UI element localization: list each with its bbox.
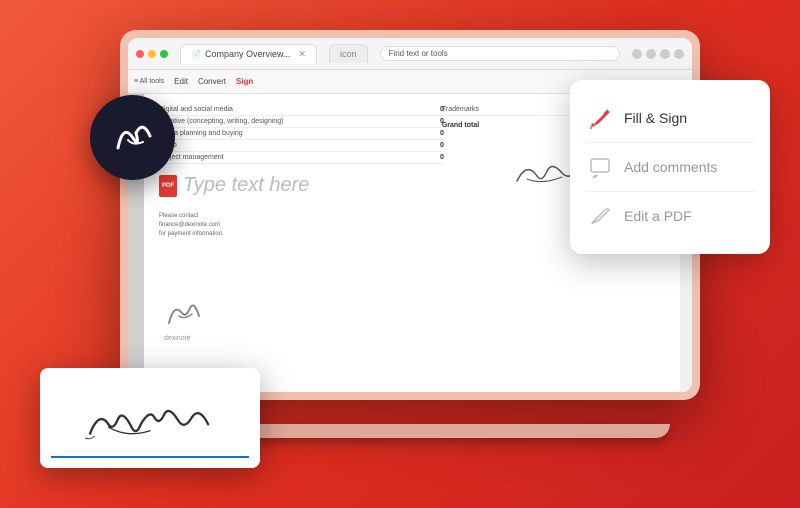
pdf-icon: PDF — [159, 175, 177, 197]
brand-logo-icon — [164, 298, 204, 328]
acrobat-badge — [90, 95, 175, 180]
browser-min-dot — [148, 50, 156, 58]
browser-max-dot — [160, 50, 168, 58]
table-row: Media planning and buying 0 — [159, 128, 444, 140]
toolbar-all-tools[interactable]: ≡ All tools — [134, 78, 164, 85]
add-comments-label: Add comments — [624, 159, 717, 175]
toolbar-sign[interactable]: Sign — [236, 77, 253, 86]
browser-action-icon[interactable] — [632, 49, 642, 59]
acrobat-icon — [108, 118, 158, 158]
popup-fill-sign[interactable]: Fill & Sign — [586, 96, 754, 140]
signature-card-inner — [51, 378, 249, 458]
browser-action-icon[interactable] — [660, 49, 670, 59]
table-row: Video 0 — [159, 140, 444, 152]
edit-pdf-label: Edit a PDF — [624, 208, 692, 224]
edit-icon-wrapper — [586, 202, 614, 230]
table-row: Creative (concepting, writing, designing… — [159, 116, 444, 128]
brand-name: dexinote — [164, 335, 204, 342]
grand-total-label: Grand total — [442, 122, 479, 129]
table-row: Digital and social media 0 — [159, 104, 444, 116]
table-row: Project management 0 — [159, 152, 444, 164]
popup-edit-pdf[interactable]: Edit a PDF — [586, 194, 754, 238]
fill-sign-popup: Fill & Sign Add comments Edit a PDF — [570, 80, 770, 254]
doc-table: Digital and social media 0 Creative (con… — [159, 104, 444, 164]
popup-divider-2 — [586, 191, 754, 192]
address-bar[interactable]: Find text or tools — [380, 46, 620, 61]
brand-logo-area: dexinote — [164, 298, 204, 342]
edit-pdf-icon — [589, 205, 611, 227]
popup-add-comments[interactable]: Add comments — [586, 145, 754, 189]
browser-action-icon[interactable] — [674, 49, 684, 59]
browser-actions — [632, 49, 684, 59]
contact-info: Please contactfinance@dexinote.comfor pa… — [159, 212, 392, 239]
browser-close-dot — [136, 50, 144, 58]
signature-handwriting-icon — [70, 392, 230, 452]
popup-divider-1 — [586, 142, 754, 143]
browser-chrome: 📄 Company Overview... ✕ icon Find text o… — [128, 38, 692, 70]
browser-tab-active[interactable]: 📄 Company Overview... ✕ — [180, 44, 317, 64]
signature-card — [40, 368, 260, 468]
toolbar-edit[interactable]: Edit — [174, 77, 188, 86]
type-text-placeholder: Type text here — [183, 174, 309, 197]
browser-action-icon[interactable] — [646, 49, 656, 59]
browser-tab-secondary[interactable]: icon — [329, 44, 368, 63]
fill-sign-icon-wrapper — [586, 104, 614, 132]
toolbar-convert[interactable]: Convert — [198, 77, 226, 86]
fill-sign-label: Fill & Sign — [624, 110, 687, 126]
comment-icon — [589, 156, 611, 178]
fill-sign-icon — [588, 106, 612, 130]
comment-icon-wrapper — [586, 153, 614, 181]
